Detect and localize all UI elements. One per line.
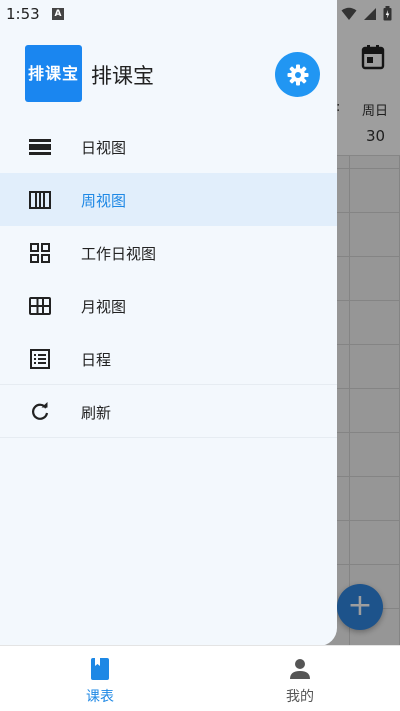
app-name: 排课宝 [91,64,154,88]
nav-tab-label: 我的 [286,689,314,705]
menu-item-label: 周视图 [81,192,127,210]
schedule-list-icon [28,347,52,371]
menu-item-month-view[interactable]: 月视图 [0,279,337,332]
settings-button[interactable] [275,52,320,97]
menu-item-day-view[interactable]: 日视图 [0,120,337,173]
drawer-header: 排课宝 排课宝 [0,28,337,120]
nav-tab-mine[interactable]: 我的 [200,646,400,711]
menu-item-week-view[interactable]: 周视图 [0,173,337,226]
wifi-icon [341,7,357,20]
menu-item-refresh[interactable]: 刷新 [0,385,337,438]
status-time: 1:53 [6,5,40,23]
drawer-menu: 日视图 周视图 工作日视图 月视图 日程 刷新 [0,120,337,438]
menu-item-label: 月视图 [81,298,127,316]
week-view-icon [28,188,52,212]
navigation-drawer: 排课宝 排课宝 日视图 周视图 工作日视图 月视图 日程 刷新 [0,0,337,646]
status-bar: 1:53 A [0,0,400,28]
battery-icon [383,6,392,21]
menu-item-label: 刷新 [81,404,112,422]
gear-icon [287,64,308,85]
menu-item-label: 日视图 [81,139,127,157]
person-icon [288,656,312,682]
status-notification-icon: A [52,8,64,20]
day-view-icon [28,135,52,159]
book-icon [88,656,112,682]
menu-item-label: 日程 [81,351,112,369]
nav-tab-timetable[interactable]: 课表 [0,646,200,711]
menu-item-schedule[interactable]: 日程 [0,332,337,385]
bottom-navigation: 课表 我的 [0,645,400,711]
refresh-icon [28,400,52,424]
app-logo: 排课宝 [25,45,82,102]
signal-icon [364,7,376,20]
month-view-icon [28,294,52,318]
workday-view-icon [28,241,52,265]
nav-tab-label: 课表 [86,689,114,705]
status-icons [341,6,392,21]
menu-item-label: 工作日视图 [81,245,157,263]
menu-item-workday-view[interactable]: 工作日视图 [0,226,337,279]
